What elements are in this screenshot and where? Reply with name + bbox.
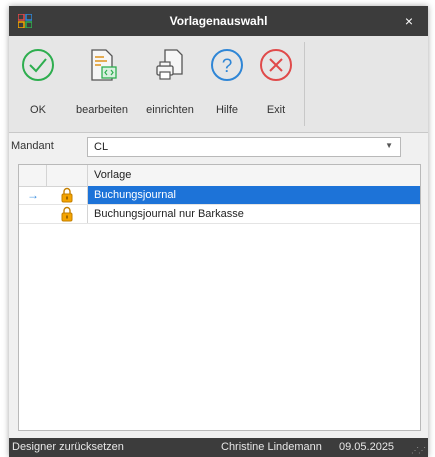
lock-icon bbox=[61, 187, 73, 203]
ok-label: OK bbox=[30, 104, 46, 116]
help-label: Hilfe bbox=[215, 104, 238, 116]
code-document-icon bbox=[91, 49, 117, 81]
grid-header: Vorlage bbox=[19, 165, 420, 187]
printer-document-icon bbox=[156, 49, 183, 80]
status-date: 09.05.2025 bbox=[339, 441, 395, 453]
setup-button[interactable]: einrichten bbox=[137, 42, 203, 126]
toolbar-divider bbox=[304, 42, 305, 126]
lock-cell bbox=[47, 205, 88, 223]
table-row[interactable]: Buchungsjournal nur Barkasse bbox=[19, 205, 420, 224]
lock-icon bbox=[61, 206, 73, 222]
row-name: Buchungsjournal bbox=[88, 186, 420, 204]
mandant-select[interactable]: CL ▼ bbox=[87, 137, 401, 157]
svg-text:?: ? bbox=[222, 56, 233, 77]
toolbar: OK bearbeiten einrichten ? Hilfe Exit bbox=[9, 36, 428, 133]
chevron-down-icon[interactable]: ▼ bbox=[385, 141, 393, 150]
status-bar: Designer zurücksetzen Christine Lindeman… bbox=[9, 438, 428, 457]
title-bar: Vorlagenauswahl × bbox=[9, 6, 428, 36]
designer-reset-link[interactable]: Designer zurücksetzen bbox=[12, 441, 124, 453]
setup-label: einrichten bbox=[146, 104, 194, 116]
row-indicator-icon: → bbox=[27, 188, 39, 202]
row-indicator-icon bbox=[19, 205, 47, 223]
close-circle-icon bbox=[260, 49, 292, 81]
help-circle-icon: ? bbox=[211, 49, 243, 81]
mandant-value: CL bbox=[94, 141, 109, 153]
resize-grip-icon[interactable]: ⋰⋰ bbox=[411, 446, 426, 455]
edit-label: bearbeiten bbox=[76, 104, 128, 116]
close-button[interactable]: × bbox=[390, 6, 428, 36]
lock-cell bbox=[47, 186, 88, 204]
column-header-vorlage[interactable]: Vorlage bbox=[88, 165, 420, 186]
template-grid: Vorlage → Buchungsjournal Buchungsjourna… bbox=[18, 164, 421, 431]
edit-button[interactable]: bearbeiten bbox=[67, 42, 137, 126]
window-title: Vorlagenauswahl bbox=[169, 14, 268, 28]
help-button[interactable]: ? Hilfe bbox=[205, 42, 249, 126]
status-user: Christine Lindemann bbox=[221, 441, 322, 453]
exit-label: Exit bbox=[266, 104, 286, 116]
indicator-header bbox=[19, 165, 47, 186]
exit-button[interactable]: Exit bbox=[253, 42, 299, 126]
row-name: Buchungsjournal nur Barkasse bbox=[94, 208, 244, 220]
lock-header bbox=[47, 165, 88, 186]
ok-button[interactable]: OK bbox=[15, 42, 61, 126]
table-row[interactable]: → Buchungsjournal bbox=[19, 186, 420, 205]
mandant-label: Mandant bbox=[11, 140, 54, 152]
check-circle-icon bbox=[22, 49, 54, 81]
dialog-window: Vorlagenauswahl × OK bearbeiten einricht… bbox=[9, 6, 428, 457]
